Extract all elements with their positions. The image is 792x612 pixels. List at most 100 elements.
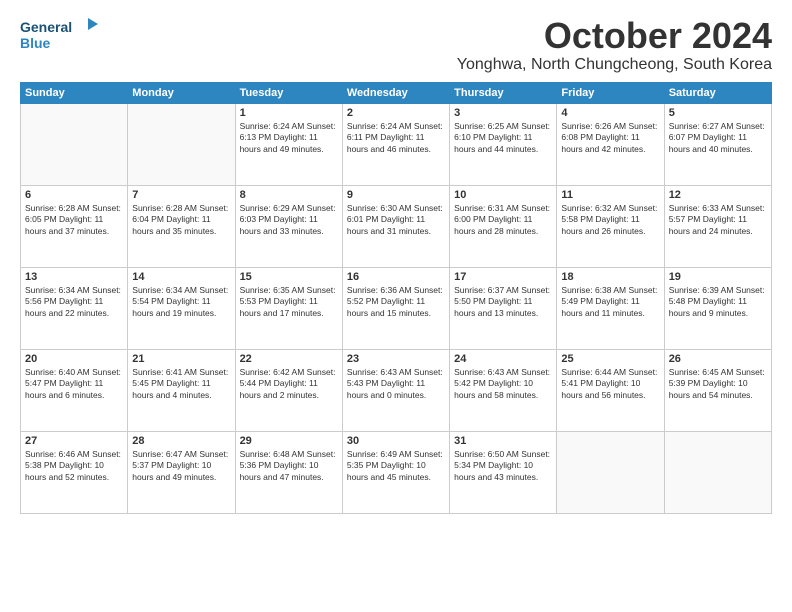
calendar-cell: 27 Sunrise: 6:46 AM Sunset: 5:38 PM Dayli… (21, 431, 128, 513)
day-number: 25 (561, 353, 659, 365)
calendar-cell (21, 103, 128, 185)
cell-info: Sunrise: 6:45 AM Sunset: 5:39 PM Dayligh… (669, 367, 767, 401)
calendar-week-4: 20 Sunrise: 6:40 AM Sunset: 5:47 PM Dayli… (21, 349, 772, 431)
calendar-cell: 5 Sunrise: 6:27 AM Sunset: 6:07 PM Daylig… (664, 103, 771, 185)
calendar-cell: 24 Sunrise: 6:43 AM Sunset: 5:42 PM Dayli… (450, 349, 557, 431)
calendar-cell: 25Sunrise: 6:44 AM Sunset: 5:41 PM Dayli… (557, 349, 664, 431)
svg-text:Blue: Blue (20, 35, 51, 51)
day-number: 15 (240, 271, 338, 283)
day-number: 4 (561, 107, 659, 119)
day-number: 5 (669, 107, 767, 119)
day-number: 2 (347, 107, 445, 119)
page: General Blue October 2024 Yonghwa, North… (0, 0, 792, 612)
calendar-cell: 9 Sunrise: 6:30 AM Sunset: 6:01 PM Daylig… (342, 185, 449, 267)
calendar-cell: 18Sunrise: 6:38 AM Sunset: 5:49 PM Dayli… (557, 267, 664, 349)
day-number: 16 (347, 271, 445, 283)
cell-info: Sunrise: 6:50 AM Sunset: 5:34 PM Dayligh… (454, 449, 552, 483)
calendar-cell: 31 Sunrise: 6:50 AM Sunset: 5:34 PM Dayli… (450, 431, 557, 513)
calendar-cell (128, 103, 235, 185)
calendar-cell (557, 431, 664, 513)
header-row: Sunday Monday Tuesday Wednesday Thursday… (21, 82, 772, 103)
day-number: 7 (132, 189, 230, 201)
calendar-cell: 29Sunrise: 6:48 AM Sunset: 5:36 PM Dayli… (235, 431, 342, 513)
col-wednesday: Wednesday (342, 82, 449, 103)
day-number: 14 (132, 271, 230, 283)
cell-info: Sunrise: 6:25 AM Sunset: 6:10 PM Dayligh… (454, 121, 552, 155)
day-number: 26 (669, 353, 767, 365)
cell-info: Sunrise: 6:46 AM Sunset: 5:38 PM Dayligh… (25, 449, 123, 483)
calendar-cell: 7 Sunrise: 6:28 AM Sunset: 6:04 PM Daylig… (128, 185, 235, 267)
calendar-cell: 19Sunrise: 6:39 AM Sunset: 5:48 PM Dayli… (664, 267, 771, 349)
day-number: 23 (347, 353, 445, 365)
cell-info: Sunrise: 6:33 AM Sunset: 5:57 PM Dayligh… (669, 203, 767, 237)
cell-info: Sunrise: 6:49 AM Sunset: 5:35 PM Dayligh… (347, 449, 445, 483)
calendar-table: Sunday Monday Tuesday Wednesday Thursday… (20, 82, 772, 514)
day-number: 24 (454, 353, 552, 365)
calendar-cell: 17 Sunrise: 6:37 AM Sunset: 5:50 PM Dayli… (450, 267, 557, 349)
cell-info: Sunrise: 6:37 AM Sunset: 5:50 PM Dayligh… (454, 285, 552, 319)
calendar-cell: 10 Sunrise: 6:31 AM Sunset: 6:00 PM Dayli… (450, 185, 557, 267)
calendar-cell: 15 Sunrise: 6:35 AM Sunset: 5:53 PM Dayli… (235, 267, 342, 349)
cell-info: Sunrise: 6:28 AM Sunset: 6:04 PM Dayligh… (132, 203, 230, 237)
cell-info: Sunrise: 6:35 AM Sunset: 5:53 PM Dayligh… (240, 285, 338, 319)
col-sunday: Sunday (21, 82, 128, 103)
calendar-cell: 11 Sunrise: 6:32 AM Sunset: 5:58 PM Dayli… (557, 185, 664, 267)
logo: General Blue (20, 16, 100, 54)
day-number: 1 (240, 107, 338, 119)
calendar-cell: 26 Sunrise: 6:45 AM Sunset: 5:39 PM Dayli… (664, 349, 771, 431)
calendar-cell: 12Sunrise: 6:33 AM Sunset: 5:57 PM Dayli… (664, 185, 771, 267)
calendar-cell: 30 Sunrise: 6:49 AM Sunset: 5:35 PM Dayli… (342, 431, 449, 513)
day-number: 20 (25, 353, 123, 365)
cell-info: Sunrise: 6:43 AM Sunset: 5:42 PM Dayligh… (454, 367, 552, 401)
cell-info: Sunrise: 6:34 AM Sunset: 5:56 PM Dayligh… (25, 285, 123, 319)
location-title: Yonghwa, North Chungcheong, South Korea (457, 56, 772, 74)
day-number: 9 (347, 189, 445, 201)
calendar-cell: 13Sunrise: 6:34 AM Sunset: 5:56 PM Dayli… (21, 267, 128, 349)
cell-info: Sunrise: 6:29 AM Sunset: 6:03 PM Dayligh… (240, 203, 338, 237)
calendar-week-1: 1Sunrise: 6:24 AM Sunset: 6:13 PM Daylig… (21, 103, 772, 185)
calendar-week-2: 6Sunrise: 6:28 AM Sunset: 6:05 PM Daylig… (21, 185, 772, 267)
day-number: 27 (25, 435, 123, 447)
calendar-week-5: 27 Sunrise: 6:46 AM Sunset: 5:38 PM Dayli… (21, 431, 772, 513)
calendar-cell: 20 Sunrise: 6:40 AM Sunset: 5:47 PM Dayli… (21, 349, 128, 431)
calendar-cell: 23Sunrise: 6:43 AM Sunset: 5:43 PM Dayli… (342, 349, 449, 431)
day-number: 8 (240, 189, 338, 201)
day-number: 11 (561, 189, 659, 201)
cell-info: Sunrise: 6:32 AM Sunset: 5:58 PM Dayligh… (561, 203, 659, 237)
day-number: 10 (454, 189, 552, 201)
day-number: 19 (669, 271, 767, 283)
header: General Blue October 2024 Yonghwa, North… (20, 16, 772, 74)
cell-info: Sunrise: 6:40 AM Sunset: 5:47 PM Dayligh… (25, 367, 123, 401)
cell-info: Sunrise: 6:36 AM Sunset: 5:52 PM Dayligh… (347, 285, 445, 319)
cell-info: Sunrise: 6:42 AM Sunset: 5:44 PM Dayligh… (240, 367, 338, 401)
svg-text:General: General (20, 19, 72, 35)
col-saturday: Saturday (664, 82, 771, 103)
cell-info: Sunrise: 6:24 AM Sunset: 6:11 PM Dayligh… (347, 121, 445, 155)
calendar-cell: 4 Sunrise: 6:26 AM Sunset: 6:08 PM Daylig… (557, 103, 664, 185)
cell-info: Sunrise: 6:34 AM Sunset: 5:54 PM Dayligh… (132, 285, 230, 319)
day-number: 21 (132, 353, 230, 365)
cell-info: Sunrise: 6:31 AM Sunset: 6:00 PM Dayligh… (454, 203, 552, 237)
title-section: October 2024 Yonghwa, North Chungcheong,… (457, 16, 772, 74)
cell-info: Sunrise: 6:48 AM Sunset: 5:36 PM Dayligh… (240, 449, 338, 483)
calendar-cell: 14 Sunrise: 6:34 AM Sunset: 5:54 PM Dayli… (128, 267, 235, 349)
day-number: 22 (240, 353, 338, 365)
cell-info: Sunrise: 6:30 AM Sunset: 6:01 PM Dayligh… (347, 203, 445, 237)
day-number: 18 (561, 271, 659, 283)
calendar-cell: 6Sunrise: 6:28 AM Sunset: 6:05 PM Daylig… (21, 185, 128, 267)
cell-info: Sunrise: 6:27 AM Sunset: 6:07 PM Dayligh… (669, 121, 767, 155)
calendar-week-3: 13Sunrise: 6:34 AM Sunset: 5:56 PM Dayli… (21, 267, 772, 349)
cell-info: Sunrise: 6:26 AM Sunset: 6:08 PM Dayligh… (561, 121, 659, 155)
calendar-cell: 2 Sunrise: 6:24 AM Sunset: 6:11 PM Daylig… (342, 103, 449, 185)
day-number: 30 (347, 435, 445, 447)
calendar-cell: 22 Sunrise: 6:42 AM Sunset: 5:44 PM Dayli… (235, 349, 342, 431)
calendar-cell: 28Sunrise: 6:47 AM Sunset: 5:37 PM Dayli… (128, 431, 235, 513)
calendar-cell: 3 Sunrise: 6:25 AM Sunset: 6:10 PM Daylig… (450, 103, 557, 185)
calendar-cell: 8 Sunrise: 6:29 AM Sunset: 6:03 PM Daylig… (235, 185, 342, 267)
day-number: 31 (454, 435, 552, 447)
day-number: 17 (454, 271, 552, 283)
day-number: 3 (454, 107, 552, 119)
col-monday: Monday (128, 82, 235, 103)
cell-info: Sunrise: 6:41 AM Sunset: 5:45 PM Dayligh… (132, 367, 230, 401)
col-thursday: Thursday (450, 82, 557, 103)
